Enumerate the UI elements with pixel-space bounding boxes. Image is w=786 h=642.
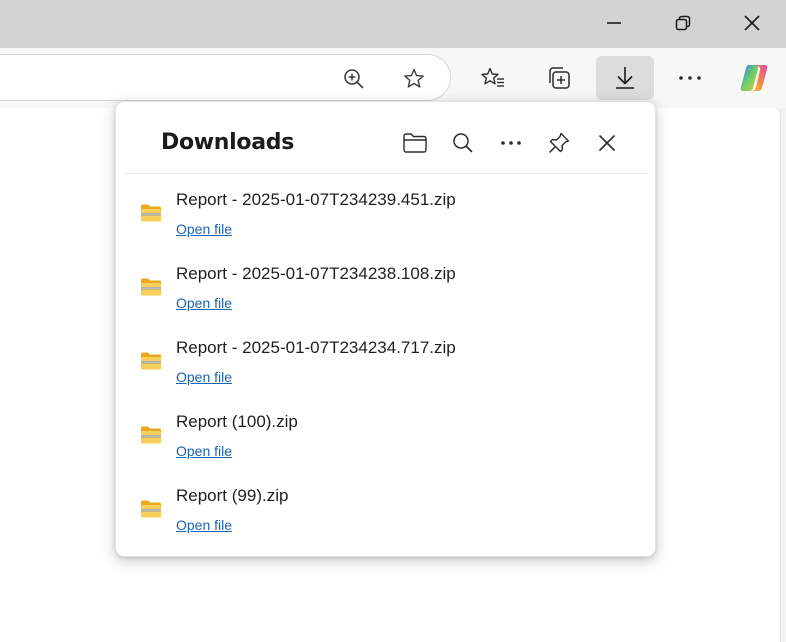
- zip-folder-icon: [141, 278, 161, 296]
- pin-downloads-button[interactable]: [542, 126, 576, 160]
- close-icon: [598, 134, 616, 152]
- browser-toolbar: [0, 48, 786, 108]
- open-file-link[interactable]: Open file: [176, 517, 232, 533]
- open-file-link[interactable]: Open file: [176, 369, 232, 385]
- zoom-button[interactable]: [341, 66, 367, 92]
- collections-icon: [549, 67, 570, 89]
- zip-folder-icon: [141, 426, 161, 444]
- downloads-more-options-button[interactable]: [494, 126, 528, 160]
- zoom-in-icon: [344, 69, 364, 89]
- settings-more-button[interactable]: [668, 56, 712, 100]
- minimize-button[interactable]: [591, 0, 637, 46]
- copilot-button[interactable]: [732, 56, 776, 100]
- open-file-link[interactable]: Open file: [176, 221, 232, 237]
- download-item[interactable]: Report (99).zip Open file: [116, 476, 655, 550]
- folder-icon: [403, 133, 427, 153]
- close-downloads-button[interactable]: [590, 126, 624, 160]
- minimize-icon: [607, 22, 621, 24]
- pin-icon: [548, 132, 570, 154]
- star-icon: [404, 68, 424, 88]
- download-item[interactable]: Report - 2025-01-07T234234.717.zip Open …: [116, 328, 655, 402]
- window-close-button[interactable]: [729, 0, 775, 46]
- title-bar: [0, 0, 786, 48]
- download-icon: [616, 67, 634, 89]
- downloads-button[interactable]: [596, 56, 654, 100]
- zip-folder-icon: [141, 204, 161, 222]
- zip-folder-icon: [141, 352, 161, 370]
- collections-button[interactable]: [537, 56, 581, 100]
- zip-folder-icon: [141, 500, 161, 518]
- more-icon: [679, 76, 701, 80]
- download-item[interactable]: Report (100).zip Open file: [116, 402, 655, 476]
- favorite-button[interactable]: [401, 66, 427, 92]
- search-downloads-button[interactable]: [446, 126, 480, 160]
- download-filename: Report (100).zip: [176, 412, 298, 431]
- open-file-link[interactable]: Open file: [176, 443, 232, 459]
- favorites-list-icon: [481, 67, 504, 87]
- copilot-icon: [740, 65, 768, 91]
- restore-icon: [675, 15, 691, 31]
- close-icon: [744, 15, 760, 31]
- favorites-button[interactable]: [471, 56, 515, 100]
- downloads-flyout: Downloads Report - 2025-01-07T234239.451…: [115, 101, 656, 557]
- restore-button[interactable]: [660, 0, 706, 46]
- download-filename: Report (99).zip: [176, 486, 289, 505]
- more-icon: [501, 141, 521, 145]
- flyout-divider: [125, 173, 648, 174]
- download-item[interactable]: Report - 2025-01-07T234239.451.zip Open …: [116, 180, 655, 254]
- download-item[interactable]: Report - 2025-01-07T234238.108.zip Open …: [116, 254, 655, 328]
- flyout-title: Downloads: [161, 130, 295, 155]
- open-file-link[interactable]: Open file: [176, 295, 232, 311]
- download-filename: Report - 2025-01-07T234239.451.zip: [176, 190, 456, 209]
- search-icon: [453, 133, 473, 153]
- address-bar[interactable]: [0, 54, 451, 101]
- download-filename: Report - 2025-01-07T234234.717.zip: [176, 338, 456, 357]
- download-filename: Report - 2025-01-07T234238.108.zip: [176, 264, 456, 283]
- open-downloads-folder-button[interactable]: [398, 126, 432, 160]
